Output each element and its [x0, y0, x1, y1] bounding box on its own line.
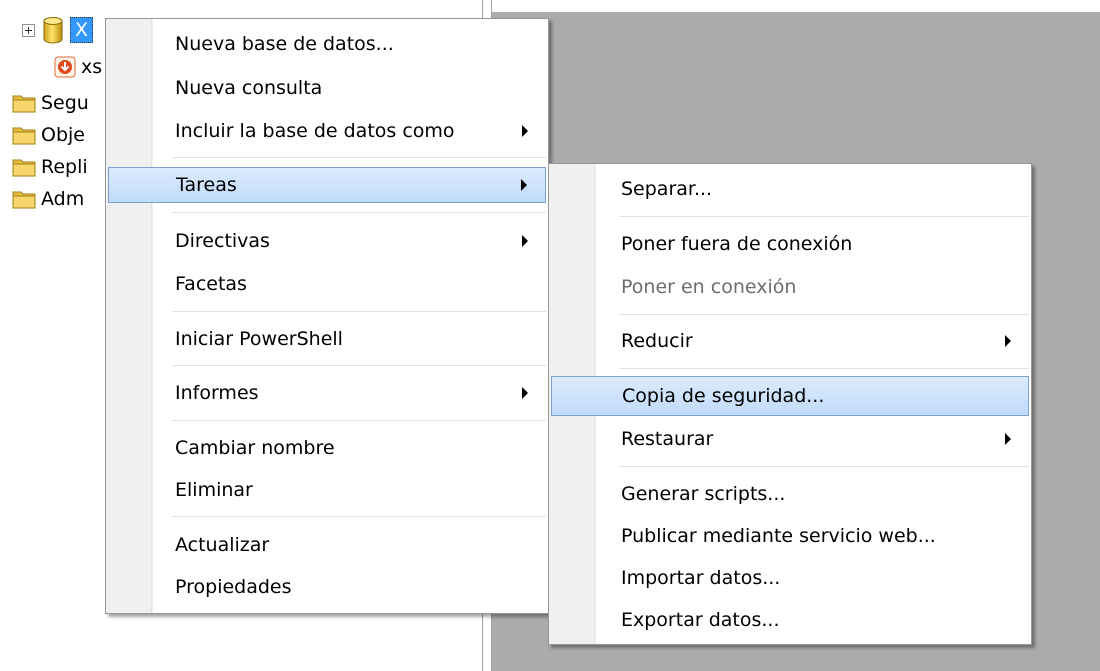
menu-item-new-database[interactable]: Nueva base de datos... — [108, 26, 546, 62]
menu-separator — [172, 420, 546, 422]
menu-item-label: Generar scripts... — [621, 483, 786, 505]
menu-separator — [619, 368, 1029, 370]
menu-item-label: Informes — [175, 382, 259, 404]
tree-node-folder[interactable]: Obje — [12, 122, 85, 148]
menu-item-start-powershell[interactable]: Iniciar PowerShell — [108, 321, 546, 357]
menu-item-label: Nueva base de datos... — [175, 33, 394, 55]
document-area-top-edge — [492, 0, 1100, 12]
menu-item-label: Cambiar nombre — [175, 437, 335, 459]
submenu-arrow-icon — [522, 387, 528, 399]
menu-item-take-offline[interactable]: Poner fuera de conexión — [551, 226, 1029, 262]
menu-item-label: Restaurar — [621, 428, 714, 450]
tree-node-folder[interactable]: Segu — [12, 90, 89, 116]
menu-item-import-data[interactable]: Importar datos... — [551, 560, 1029, 596]
menu-item-properties[interactable]: Propiedades — [108, 569, 546, 605]
menu-item-label: Copia de seguridad... — [622, 385, 825, 407]
menu-item-bring-online: Poner en conexión — [551, 269, 1029, 305]
submenu-arrow-icon — [1005, 433, 1011, 445]
tree-node-folder[interactable]: Repli — [12, 154, 88, 180]
selected-database-label[interactable]: X — [70, 17, 94, 43]
menu-item-label: Importar datos... — [621, 567, 781, 589]
menu-item-label: Incluir la base de datos como — [175, 120, 455, 142]
menu-item-shrink[interactable]: Reducir — [551, 323, 1029, 359]
menu-item-label: Publicar mediante servicio web... — [621, 525, 936, 547]
menu-item-restore[interactable]: Restaurar — [551, 421, 1029, 457]
menu-item-label: Exportar datos... — [621, 609, 780, 631]
submenu-arrow-icon — [521, 179, 527, 191]
menu-item-tasks[interactable]: Tareas — [108, 167, 546, 203]
folder-icon — [12, 127, 36, 145]
menu-separator — [619, 216, 1029, 218]
menu-item-publish-web-service[interactable]: Publicar mediante servicio web... — [551, 518, 1029, 554]
menu-item-label: Reducir — [621, 330, 693, 352]
menu-separator — [172, 157, 546, 159]
menu-item-label: Poner en conexión — [621, 276, 797, 298]
backup-download-icon — [54, 56, 76, 78]
menu-item-label: Propiedades — [175, 576, 292, 598]
menu-item-new-query[interactable]: Nueva consulta — [108, 70, 546, 106]
menu-item-script-database-as[interactable]: Incluir la base de datos como — [108, 113, 546, 149]
menu-separator — [619, 466, 1029, 468]
menu-item-detach[interactable]: Separar... — [551, 171, 1029, 207]
menu-item-reports[interactable]: Informes — [108, 375, 546, 411]
menu-item-delete[interactable]: Eliminar — [108, 472, 546, 508]
folder-icon — [12, 95, 36, 113]
menu-item-label: Facetas — [175, 273, 247, 295]
backup-node-label: xs — [81, 56, 103, 78]
folder-label: Segu — [41, 92, 89, 114]
expand-plus-icon[interactable] — [22, 23, 35, 37]
menu-item-label: Eliminar — [175, 479, 253, 501]
folder-icon — [12, 159, 36, 177]
tree-node-folder[interactable]: Adm — [12, 186, 84, 212]
submenu-arrow-icon — [522, 125, 528, 137]
menu-separator — [172, 311, 546, 313]
folder-label: Repli — [41, 156, 88, 178]
menu-item-label: Actualizar — [175, 534, 270, 556]
tasks-submenu: Separar... Poner fuera de conexión Poner… — [548, 163, 1032, 645]
menu-item-label: Poner fuera de conexión — [621, 233, 853, 255]
menu-item-rename[interactable]: Cambiar nombre — [108, 430, 546, 466]
menu-item-generate-scripts[interactable]: Generar scripts... — [551, 476, 1029, 512]
folder-label: Adm — [41, 188, 85, 210]
menu-icon-gutter — [106, 19, 152, 613]
menu-separator — [172, 516, 546, 518]
menu-item-policies[interactable]: Directivas — [108, 223, 546, 259]
tree-node-backup[interactable]: xs — [54, 54, 102, 80]
menu-separator — [172, 365, 546, 367]
menu-item-label: Directivas — [175, 230, 270, 252]
menu-item-label: Nueva consulta — [175, 77, 323, 99]
tree-node-database[interactable]: X — [22, 17, 94, 44]
menu-item-facets[interactable]: Facetas — [108, 266, 546, 302]
menu-item-label: Tareas — [176, 174, 237, 196]
menu-separator — [172, 212, 546, 214]
menu-item-export-data[interactable]: Exportar datos... — [551, 602, 1029, 638]
folder-label: Obje — [41, 124, 85, 146]
menu-item-label: Separar... — [621, 178, 713, 200]
menu-item-refresh[interactable]: Actualizar — [108, 527, 546, 563]
database-context-menu: Nueva base de datos... Nueva consulta In… — [105, 18, 549, 614]
submenu-arrow-icon — [522, 235, 528, 247]
menu-item-label: Iniciar PowerShell — [175, 328, 343, 350]
menu-separator — [619, 314, 1029, 316]
menu-item-back-up[interactable]: Copia de seguridad... — [551, 376, 1029, 416]
database-icon — [43, 17, 63, 44]
folder-icon — [12, 191, 36, 209]
submenu-arrow-icon — [1005, 335, 1011, 347]
menu-body — [153, 19, 548, 613]
